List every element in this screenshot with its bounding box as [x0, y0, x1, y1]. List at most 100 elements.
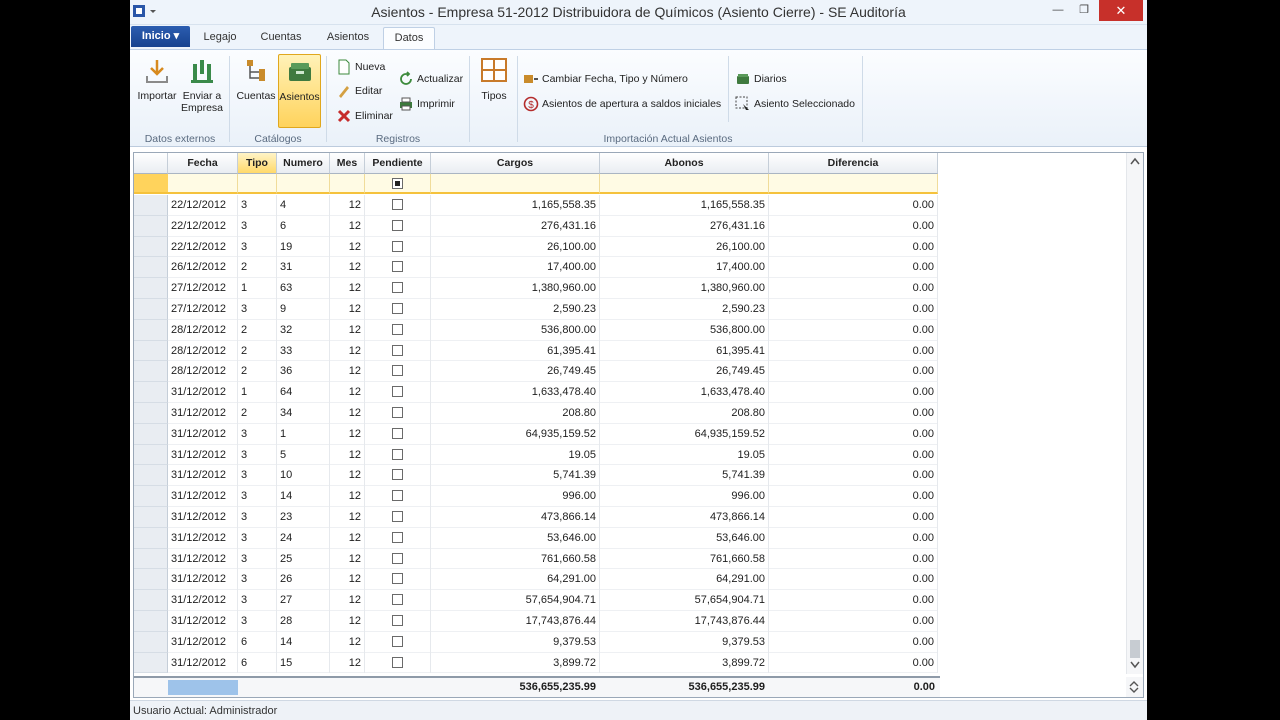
- cell-tipo[interactable]: 3: [238, 423, 277, 445]
- cell-fecha[interactable]: 22/12/2012: [168, 215, 238, 237]
- cell-diferencia[interactable]: 0.00: [769, 382, 938, 403]
- cell-cargos[interactable]: 19.05: [431, 444, 600, 466]
- pendiente-checkbox[interactable]: [392, 448, 403, 460]
- cuentas-button[interactable]: Cuentas: [235, 56, 277, 102]
- cell-numero[interactable]: 5: [277, 444, 330, 466]
- cell-diferencia[interactable]: 0.00: [769, 611, 938, 632]
- cell-pendiente[interactable]: [365, 465, 431, 487]
- cell-diferencia[interactable]: 0.00: [769, 299, 938, 320]
- filter-cell-fecha[interactable]: [168, 174, 238, 194]
- column-header-abonos[interactable]: Abonos: [600, 153, 769, 174]
- cell-tipo[interactable]: 3: [238, 548, 277, 570]
- cell-mes[interactable]: 12: [330, 195, 365, 216]
- row-indicator[interactable]: [134, 631, 168, 653]
- column-header-pendiente[interactable]: Pendiente: [365, 153, 431, 174]
- cell-numero[interactable]: 31: [277, 257, 330, 279]
- row-indicator[interactable]: [134, 444, 168, 466]
- pendiente-checkbox[interactable]: [392, 427, 403, 439]
- row-indicator[interactable]: [134, 215, 168, 237]
- cell-tipo[interactable]: 2: [238, 257, 277, 279]
- cell-abonos[interactable]: 19.05: [600, 444, 769, 466]
- cell-diferencia[interactable]: 0.00: [769, 278, 938, 299]
- cell-cargos[interactable]: 53,646.00: [431, 527, 600, 549]
- cell-numero[interactable]: 1: [277, 423, 330, 445]
- tab-datos[interactable]: Datos: [383, 27, 435, 49]
- cell-diferencia[interactable]: 0.00: [769, 527, 938, 549]
- cell-fecha[interactable]: 31/12/2012: [168, 423, 238, 445]
- cell-mes[interactable]: 12: [330, 278, 365, 299]
- scroll-up-icon[interactable]: [1130, 157, 1140, 165]
- cell-tipo[interactable]: 3: [238, 299, 277, 320]
- tab-cuentas[interactable]: Cuentas: [254, 27, 308, 49]
- cell-tipo[interactable]: 1: [238, 278, 277, 299]
- cell-diferencia[interactable]: 0.00: [769, 631, 938, 653]
- cell-diferencia[interactable]: 0.00: [769, 652, 938, 674]
- cell-pendiente[interactable]: [365, 195, 431, 216]
- spinner-updown-icon[interactable]: [1129, 680, 1139, 694]
- cell-mes[interactable]: 12: [330, 465, 365, 487]
- filter-cell-abonos[interactable]: [600, 174, 769, 194]
- cell-numero[interactable]: 25: [277, 548, 330, 570]
- cell-numero[interactable]: 28: [277, 611, 330, 632]
- row-indicator[interactable]: [134, 507, 168, 528]
- cell-cargos[interactable]: 208.80: [431, 403, 600, 424]
- cell-cargos[interactable]: 57,654,904.71: [431, 590, 600, 611]
- cell-numero[interactable]: 32: [277, 319, 330, 341]
- cell-cargos[interactable]: 1,165,558.35: [431, 195, 600, 216]
- cell-tipo[interactable]: 3: [238, 507, 277, 528]
- cell-fecha[interactable]: 22/12/2012: [168, 236, 238, 258]
- row-indicator[interactable]: [134, 403, 168, 424]
- row-indicator[interactable]: [134, 486, 168, 507]
- row-indicator[interactable]: [134, 195, 168, 216]
- cell-pendiente[interactable]: [365, 652, 431, 674]
- row-indicator[interactable]: [134, 423, 168, 445]
- cell-numero[interactable]: 24: [277, 527, 330, 549]
- cell-abonos[interactable]: 473,866.14: [600, 507, 769, 528]
- row-indicator[interactable]: [134, 299, 168, 320]
- cell-mes[interactable]: 12: [330, 590, 365, 611]
- cell-pendiente[interactable]: [365, 236, 431, 258]
- pendiente-checkbox[interactable]: [392, 323, 403, 335]
- row-indicator[interactable]: [134, 548, 168, 570]
- pendiente-checkbox[interactable]: [392, 240, 403, 252]
- cell-pendiente[interactable]: [365, 382, 431, 403]
- cell-mes[interactable]: 12: [330, 257, 365, 279]
- row-indicator[interactable]: [134, 527, 168, 549]
- cell-cargos[interactable]: 276,431.16: [431, 215, 600, 237]
- cell-mes[interactable]: 12: [330, 631, 365, 653]
- cell-pendiente[interactable]: [365, 486, 431, 507]
- cell-fecha[interactable]: 27/12/2012: [168, 299, 238, 320]
- cell-pendiente[interactable]: [365, 631, 431, 653]
- cell-numero[interactable]: 10: [277, 465, 330, 487]
- pendiente-checkbox[interactable]: [392, 365, 403, 377]
- column-header-cargos[interactable]: Cargos: [431, 153, 600, 174]
- cell-pendiente[interactable]: [365, 527, 431, 549]
- row-indicator[interactable]: [134, 382, 168, 403]
- cell-cargos[interactable]: 61,395.41: [431, 340, 600, 362]
- close-button[interactable]: ✕: [1099, 0, 1143, 21]
- cell-mes[interactable]: 12: [330, 215, 365, 237]
- cell-numero[interactable]: 33: [277, 340, 330, 362]
- row-indicator[interactable]: [134, 278, 168, 299]
- cell-cargos[interactable]: 536,800.00: [431, 319, 600, 341]
- cell-mes[interactable]: 12: [330, 486, 365, 507]
- cell-abonos[interactable]: 17,400.00: [600, 257, 769, 279]
- pendiente-checkbox[interactable]: [392, 386, 403, 398]
- cell-abonos[interactable]: 276,431.16: [600, 215, 769, 237]
- filter-cell-pendiente[interactable]: [365, 174, 431, 194]
- pendiente-checkbox[interactable]: [392, 407, 403, 418]
- enviar-empresa-button[interactable]: Enviar a Empresa: [180, 56, 224, 114]
- cell-numero[interactable]: 14: [277, 486, 330, 507]
- cell-cargos[interactable]: 64,291.00: [431, 569, 600, 591]
- row-indicator[interactable]: [134, 611, 168, 632]
- cell-tipo[interactable]: 1: [238, 382, 277, 403]
- cell-numero[interactable]: 6: [277, 215, 330, 237]
- cell-cargos[interactable]: 1,633,478.40: [431, 382, 600, 403]
- cell-mes[interactable]: 12: [330, 527, 365, 549]
- cell-pendiente[interactable]: [365, 507, 431, 528]
- cell-pendiente[interactable]: [365, 319, 431, 341]
- row-indicator[interactable]: [134, 340, 168, 362]
- filter-pendiente-checkbox[interactable]: [392, 178, 403, 189]
- asientos-grid[interactable]: Fecha Tipo Numero Mes Pendiente Cargos Abonos D…: [133, 152, 1144, 698]
- cell-mes[interactable]: 12: [330, 319, 365, 341]
